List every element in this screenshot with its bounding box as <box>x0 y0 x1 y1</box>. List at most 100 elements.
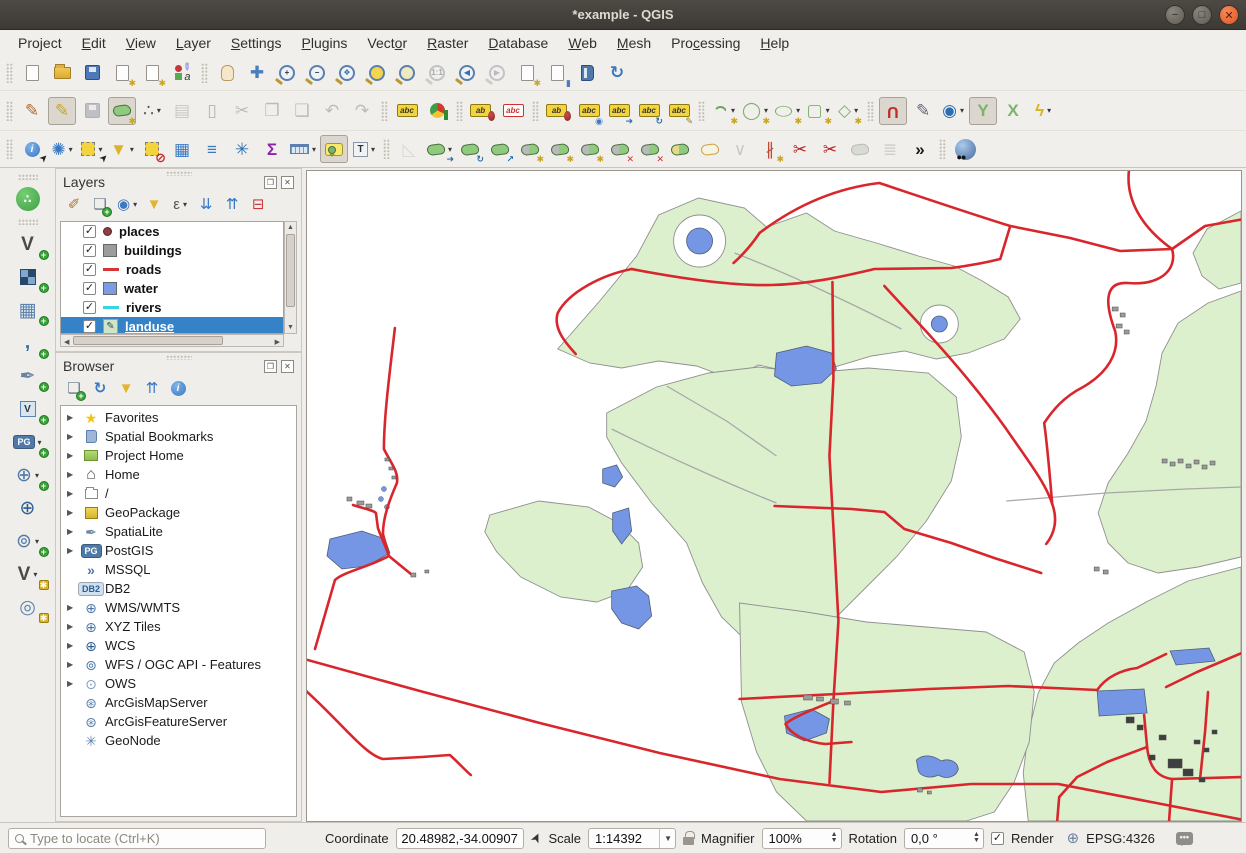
layer-name[interactable]: rivers <box>126 300 161 315</box>
offset-point-symbols-button[interactable] <box>846 135 874 163</box>
refresh-map-button[interactable]: ↻ <box>603 59 631 87</box>
menu-view[interactable]: View <box>116 32 166 54</box>
add-postgis-layer-button[interactable]: PG+▾ <box>8 427 48 457</box>
split-features-button[interactable]: ∨ <box>726 135 754 163</box>
collapse-all-browser-button[interactable]: ⇈ <box>141 378 163 400</box>
new-project-button[interactable] <box>18 59 46 87</box>
browser-item-geonode[interactable]: ✳GeoNode <box>61 731 296 750</box>
add-arcgis-layer-button[interactable]: ◎✱ <box>8 592 48 622</box>
deselect-features-button[interactable]: ⊘ <box>138 135 166 163</box>
layer-name[interactable]: landuse <box>125 319 174 334</box>
map-canvas[interactable] <box>306 170 1242 822</box>
cad-tools-button[interactable]: ◺ <box>395 135 423 163</box>
rotate-feature-button[interactable]: ↻ <box>456 135 484 163</box>
browser-item-spatial-bookmarks[interactable]: ▶Spatial Bookmarks <box>61 427 296 446</box>
menu-mesh[interactable]: Mesh <box>607 32 661 54</box>
add-group-button[interactable]: ❏+ <box>89 194 111 216</box>
layer-checkbox[interactable]: ✓ <box>83 282 96 295</box>
scroll-right-icon[interactable]: ▶ <box>275 338 280 346</box>
new-print-layout-button[interactable]: ✱ <box>108 59 136 87</box>
move-label-diagram-button[interactable]: abc➜ <box>605 97 633 125</box>
expand-arrow-icon[interactable]: ▶ <box>67 660 81 669</box>
digitize-ellipse-button[interactable]: ◯✱▾ <box>772 97 802 125</box>
merge-selected-features-button[interactable]: ✂ <box>786 135 814 163</box>
zoom-full-extent-button[interactable]: ❖ <box>333 59 361 87</box>
browser-properties-button[interactable]: i <box>167 378 189 400</box>
add-vector-layer-button[interactable]: V+ <box>8 229 48 259</box>
layer-labeling-options-button[interactable]: abc <box>393 97 421 125</box>
add-part-button[interactable]: ✱ <box>546 135 574 163</box>
browser-item-wms-wmts[interactable]: ▶⊕WMS/WMTS <box>61 598 296 617</box>
expand-arrow-icon[interactable]: ▶ <box>67 603 81 612</box>
scroll-up-icon[interactable]: ▲ <box>285 224 296 231</box>
toggle-editing-button[interactable]: ✎ <box>48 97 76 125</box>
expand-arrow-icon[interactable]: ▶ <box>67 546 81 555</box>
add-spatialite-layer-button[interactable]: ✒+ <box>8 361 48 391</box>
menu-processing[interactable]: Processing <box>661 32 750 54</box>
add-virtual-layer-button[interactable]: V+ <box>8 394 48 424</box>
enable-snapping-button[interactable]: U <box>879 97 907 125</box>
modify-attributes-button[interactable]: ▤ <box>168 97 196 125</box>
show-statistics-button[interactable]: Σ <box>258 135 286 163</box>
menu-plugins[interactable]: Plugins <box>291 32 357 54</box>
copy-features-button[interactable]: ❐ <box>258 97 286 125</box>
layer-checkbox[interactable]: ✓ <box>83 225 96 238</box>
zoom-to-selection-button[interactable] <box>363 59 391 87</box>
delete-part-button[interactable]: ✕ <box>636 135 664 163</box>
change-label-properties-button[interactable]: abc✎ <box>665 97 693 125</box>
magnifier-spinbox[interactable]: 100% ▲▼ <box>762 828 842 849</box>
filter-browser-button[interactable]: ▼ <box>115 378 137 400</box>
statistical-summary-button[interactable]: ≡ <box>198 135 226 163</box>
delete-selected-button[interactable]: ▯ <box>198 97 226 125</box>
menu-raster[interactable]: Raster <box>417 32 478 54</box>
close-panel-icon[interactable]: ✕ <box>281 176 294 189</box>
rotation-spinbox[interactable]: 0,0 ° ▲▼ <box>904 828 984 849</box>
select-features-button[interactable]: ➤▾ <box>78 135 106 163</box>
browser-item-favorites[interactable]: ▶★Favorites <box>61 408 296 427</box>
float-panel-icon[interactable]: ❐ <box>264 360 277 373</box>
snapping-flash-button[interactable]: ϟ▾ <box>1029 97 1057 125</box>
layers-vertical-scrollbar[interactable]: ▲ ▼ <box>284 221 297 334</box>
browser-item-root[interactable]: ▶/ <box>61 484 296 503</box>
panel-grip[interactable] <box>166 355 192 360</box>
browser-item-db2[interactable]: DB2DB2 <box>61 579 296 598</box>
merge-attributes-button[interactable]: ✂ <box>816 135 844 163</box>
collapse-all-button[interactable]: ⇈ <box>221 194 243 216</box>
expand-arrow-icon[interactable]: ▶ <box>67 622 81 631</box>
topological-editing-button[interactable]: Y <box>969 97 997 125</box>
layer-name[interactable]: buildings <box>124 243 182 258</box>
layer-row-rivers[interactable]: ✓rivers <box>61 298 283 317</box>
new-map-view-button[interactable]: ✱ <box>513 59 541 87</box>
show-layout-manager-button[interactable]: ✱ <box>138 59 166 87</box>
add-raster-layer-button[interactable]: + <box>8 262 48 292</box>
zoom-next-button[interactable]: ▶ <box>483 59 511 87</box>
toolbar-overflow-button[interactable]: » <box>906 135 934 163</box>
browser-item-home[interactable]: ▶⌂Home <box>61 465 296 484</box>
menu-vector[interactable]: Vector <box>357 32 417 54</box>
browser-item-spatialite[interactable]: ▶✒SpatiaLite <box>61 522 296 541</box>
open-attribute-table-button[interactable]: ▦ <box>168 135 196 163</box>
filter-legend-button[interactable]: ▼ <box>143 194 165 216</box>
add-wcs-layer-button[interactable]: ⊕ <box>8 493 48 523</box>
toolbar-grip[interactable] <box>6 63 13 83</box>
digitize-rectangle-button[interactable]: ▢✱▾ <box>804 97 832 125</box>
minimize-button[interactable]: − <box>1165 5 1185 25</box>
move-feature-button[interactable]: ➜▾ <box>425 135 454 163</box>
browser-item-wfs-ogc-api-features[interactable]: ▶⊚WFS / OGC API - Features <box>61 655 296 674</box>
data-source-manager-button[interactable]: ∴ <box>8 184 48 214</box>
show-hide-labels-button[interactable]: abc◉ <box>575 97 603 125</box>
fill-ring-button[interactable]: ✱ <box>576 135 604 163</box>
move-label-button[interactable]: ab <box>544 97 573 125</box>
expand-arrow-icon[interactable]: ▶ <box>67 489 81 498</box>
add-ring-button[interactable]: ✱ <box>516 135 544 163</box>
pan-to-selection-button[interactable]: ✚ <box>243 59 271 87</box>
chevron-down-icon[interactable]: ▼ <box>659 829 672 848</box>
layer-name[interactable]: roads <box>126 262 161 277</box>
vertex-tool-button[interactable]: ∴▾ <box>138 97 166 125</box>
layer-row-roads[interactable]: ✓roads <box>61 260 283 279</box>
map-svg[interactable] <box>307 171 1241 821</box>
add-polygon-feature-button[interactable]: ✱ <box>108 97 136 125</box>
add-delimited-text-layer-button[interactable]: ,+ <box>8 328 48 358</box>
style-manager-button[interactable]: a✎ <box>168 59 196 87</box>
layer-checkbox[interactable]: ✓ <box>83 320 96 333</box>
